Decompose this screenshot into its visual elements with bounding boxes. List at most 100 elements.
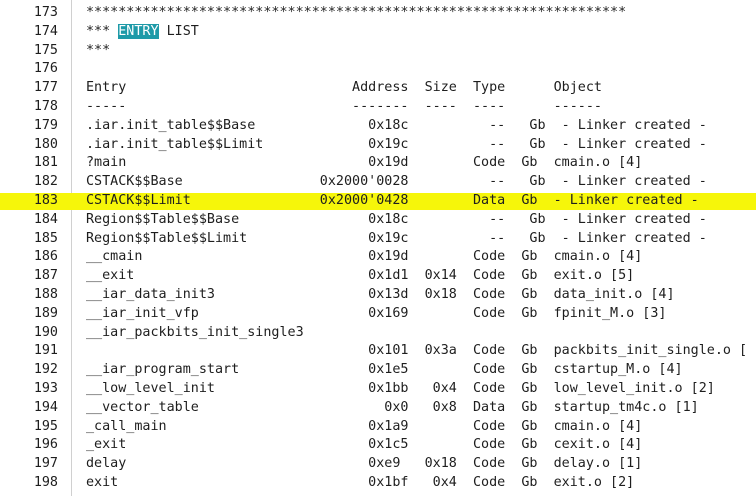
code-line[interactable]: 182 CSTACK$$Base 0x2000'0028 -- Gb - Link… bbox=[0, 173, 756, 192]
code-line[interactable]: 177 Entry Address Size Type Object bbox=[0, 79, 756, 98]
line-text: exit 0x1bf 0x4 Code Gb exit.o [2] bbox=[86, 474, 634, 493]
code-line[interactable]: 179 .iar.init_table$$Base 0x18c -- Gb - L… bbox=[0, 117, 756, 136]
line-number: 197 bbox=[33, 456, 58, 472]
line-text-content: LIST bbox=[158, 23, 199, 39]
line-text: __vector_table 0x0 0x8 Data Gb startup_t… bbox=[86, 399, 699, 418]
line-text-content: CSTACK$$Limit 0x2000'0428 Data Gb - Link… bbox=[86, 193, 699, 208]
line-text-content: __iar_init_vfp 0x169 Code Gb fpinit_M.o … bbox=[86, 305, 667, 321]
line-text-content: exit 0x1bf 0x4 Code Gb exit.o [2] bbox=[86, 475, 635, 490]
line-text-content: ----- ------- ---- ---- ------ bbox=[86, 99, 602, 114]
line-text-content: _exit 0x1c5 Code Gb cexit.o [4] bbox=[86, 437, 643, 453]
line-text: __low_level_init 0x1bb 0x4 Code Gb low_l… bbox=[86, 380, 715, 399]
line-text: Region$$Table$$Limit 0x19c -- Gb - Linke… bbox=[86, 230, 707, 249]
line-number: 182 bbox=[33, 174, 58, 190]
selected-text: ENTRY bbox=[118, 23, 159, 39]
line-text: ----- ------- ---- ---- ------ bbox=[86, 98, 602, 117]
line-text: __exit 0x1d1 0x14 Code Gb exit.o [5] bbox=[86, 267, 634, 286]
code-line[interactable]: 198 exit 0x1bf 0x4 Code Gb exit.o [2] bbox=[0, 474, 756, 493]
line-text: CSTACK$$Limit 0x2000'0428 Data Gb - Link… bbox=[86, 192, 699, 211]
line-number: 179 bbox=[33, 117, 58, 133]
code-line[interactable]: 180 .iar.init_table$$Limit 0x19c -- Gb - … bbox=[0, 136, 756, 155]
code-line[interactable]: 178 ----- ------- ---- ---- ------ bbox=[0, 98, 756, 117]
line-text: _call_main 0x1a9 Code Gb cmain.o [4] bbox=[86, 418, 642, 437]
line-text-content: ****************************************… bbox=[86, 5, 627, 20]
code-line[interactable]: 191 0x101 0x3a Code Gb packbits_init_sin… bbox=[0, 342, 756, 361]
line-text-content: Region$$Table$$Limit 0x19c -- Gb - Linke… bbox=[86, 230, 707, 246]
line-text-content: __iar_packbits_init_single3 bbox=[86, 324, 304, 340]
line-number: 177 bbox=[33, 80, 58, 96]
line-number: 191 bbox=[33, 343, 58, 359]
line-text-content: .iar.init_table$$Base 0x18c -- Gb - Link… bbox=[86, 117, 707, 133]
line-text-content: __low_level_init 0x1bb 0x4 Code Gb low_l… bbox=[86, 381, 715, 396]
line-text-content: __vector_table 0x0 0x8 Data Gb startup_t… bbox=[86, 399, 699, 415]
code-line[interactable]: 175 *** bbox=[0, 42, 756, 61]
line-number: 190 bbox=[33, 324, 58, 340]
code-line[interactable]: 187 __exit 0x1d1 0x14 Code Gb exit.o [5] bbox=[0, 267, 756, 286]
code-line[interactable]: 174 *** ENTRY LIST bbox=[0, 23, 756, 42]
line-text: *** ENTRY LIST bbox=[86, 23, 199, 42]
code-line[interactable]: 186 __cmain 0x19d Code Gb cmain.o [4] bbox=[0, 248, 756, 267]
code-line[interactable]: 176 bbox=[0, 60, 756, 79]
line-text-content: .iar.init_table$$Limit 0x19c -- Gb - Lin… bbox=[86, 136, 707, 152]
line-number: 173 bbox=[33, 5, 58, 20]
line-text-content: delay 0xe9 0x18 Code Gb delay.o [1] bbox=[86, 456, 643, 472]
code-line[interactable]: 173 *************************************… bbox=[0, 4, 756, 23]
code-line[interactable]: 196 _exit 0x1c5 Code Gb cexit.o [4] bbox=[0, 436, 756, 455]
line-number: 192 bbox=[33, 362, 58, 378]
code-line[interactable]: 195 _call_main 0x1a9 Code Gb cmain.o [4] bbox=[0, 418, 756, 437]
line-text: .iar.init_table$$Limit 0x19c -- Gb - Lin… bbox=[86, 136, 707, 155]
code-line[interactable]: 184 Region$$Table$$Base 0x18c -- Gb - Lin… bbox=[0, 211, 756, 230]
line-text-content: ?main 0x19d Code Gb cmain.o [4] bbox=[86, 155, 643, 171]
line-number: 196 bbox=[33, 437, 58, 453]
code-line[interactable]: 193 __low_level_init 0x1bb 0x4 Code Gb lo… bbox=[0, 380, 756, 399]
line-number: 198 bbox=[33, 475, 58, 490]
line-text-content: 0x101 0x3a Code Gb packbits_init_single.… bbox=[86, 343, 748, 359]
line-number: 187 bbox=[33, 268, 58, 284]
line-text: __iar_packbits_init_single3 bbox=[86, 324, 304, 343]
line-number: 194 bbox=[33, 399, 58, 415]
line-number: 188 bbox=[33, 287, 58, 302]
line-number: 184 bbox=[33, 211, 58, 227]
code-line[interactable]: 190 __iar_packbits_init_single3 bbox=[0, 324, 756, 343]
code-line[interactable]: 188 __iar_data_init3 0x13d 0x18 Code Gb d… bbox=[0, 286, 756, 305]
code-line[interactable]: 185 Region$$Table$$Limit 0x19c -- Gb - Li… bbox=[0, 230, 756, 249]
line-text: __iar_program_start 0x1e5 Code Gb cstart… bbox=[86, 361, 683, 380]
code-editor[interactable]: 173 *************************************… bbox=[0, 0, 756, 496]
line-text-content: __iar_data_init3 0x13d 0x18 Code Gb data… bbox=[86, 287, 675, 302]
line-text-content: CSTACK$$Base 0x2000'0028 -- Gb - Linker … bbox=[86, 174, 707, 190]
line-number: 189 bbox=[33, 305, 58, 321]
line-number: 183 bbox=[33, 193, 58, 208]
code-line[interactable]: 181 ?main 0x19d Code Gb cmain.o [4] bbox=[0, 154, 756, 173]
line-text: __cmain 0x19d Code Gb cmain.o [4] bbox=[86, 248, 642, 267]
line-text-content: __cmain 0x19d Code Gb cmain.o [4] bbox=[86, 249, 643, 265]
line-text-content: _call_main 0x1a9 Code Gb cmain.o [4] bbox=[86, 418, 643, 434]
code-line[interactable]: 192 __iar_program_start 0x1e5 Code Gb cst… bbox=[0, 361, 756, 380]
code-line[interactable]: 189 __iar_init_vfp 0x169 Code Gb fpinit_M… bbox=[0, 305, 756, 324]
line-text: delay 0xe9 0x18 Code Gb delay.o [1] bbox=[86, 455, 642, 474]
line-text: Entry Address Size Type Object bbox=[86, 79, 602, 98]
line-text: 0x101 0x3a Code Gb packbits_init_single.… bbox=[86, 342, 747, 361]
line-number: 175 bbox=[33, 42, 58, 58]
line-text: .iar.init_table$$Base 0x18c -- Gb - Link… bbox=[86, 117, 707, 136]
code-line[interactable]: 194 __vector_table 0x0 0x8 Data Gb startu… bbox=[0, 399, 756, 418]
line-text-content: Entry Address Size Type Object bbox=[86, 80, 602, 96]
line-text: __iar_init_vfp 0x169 Code Gb fpinit_M.o … bbox=[86, 305, 666, 324]
line-text: CSTACK$$Base 0x2000'0028 -- Gb - Linker … bbox=[86, 173, 707, 192]
line-number: 181 bbox=[33, 155, 58, 171]
line-number: 180 bbox=[33, 136, 58, 152]
line-text-content: __iar_program_start 0x1e5 Code Gb cstart… bbox=[86, 362, 683, 378]
line-text: *** bbox=[86, 42, 110, 61]
line-number: 185 bbox=[33, 230, 58, 246]
line-text: ****************************************… bbox=[86, 4, 626, 23]
line-text: Region$$Table$$Base 0x18c -- Gb - Linker… bbox=[86, 211, 707, 230]
line-text: __iar_data_init3 0x13d 0x18 Code Gb data… bbox=[86, 286, 675, 305]
line-number: 186 bbox=[33, 249, 58, 265]
line-text: ?main 0x19d Code Gb cmain.o [4] bbox=[86, 154, 642, 173]
line-number: 195 bbox=[33, 418, 58, 434]
line-text: _exit 0x1c5 Code Gb cexit.o [4] bbox=[86, 436, 642, 455]
line-text-content: __exit 0x1d1 0x14 Code Gb exit.o [5] bbox=[86, 268, 635, 284]
line-number: 178 bbox=[33, 99, 58, 114]
code-line[interactable]: 197 delay 0xe9 0x18 Code Gb delay.o [1] bbox=[0, 455, 756, 474]
code-line[interactable]: 183 CSTACK$$Limit 0x2000'0428 Data Gb - L… bbox=[0, 192, 756, 211]
line-text-content: *** bbox=[86, 42, 111, 58]
